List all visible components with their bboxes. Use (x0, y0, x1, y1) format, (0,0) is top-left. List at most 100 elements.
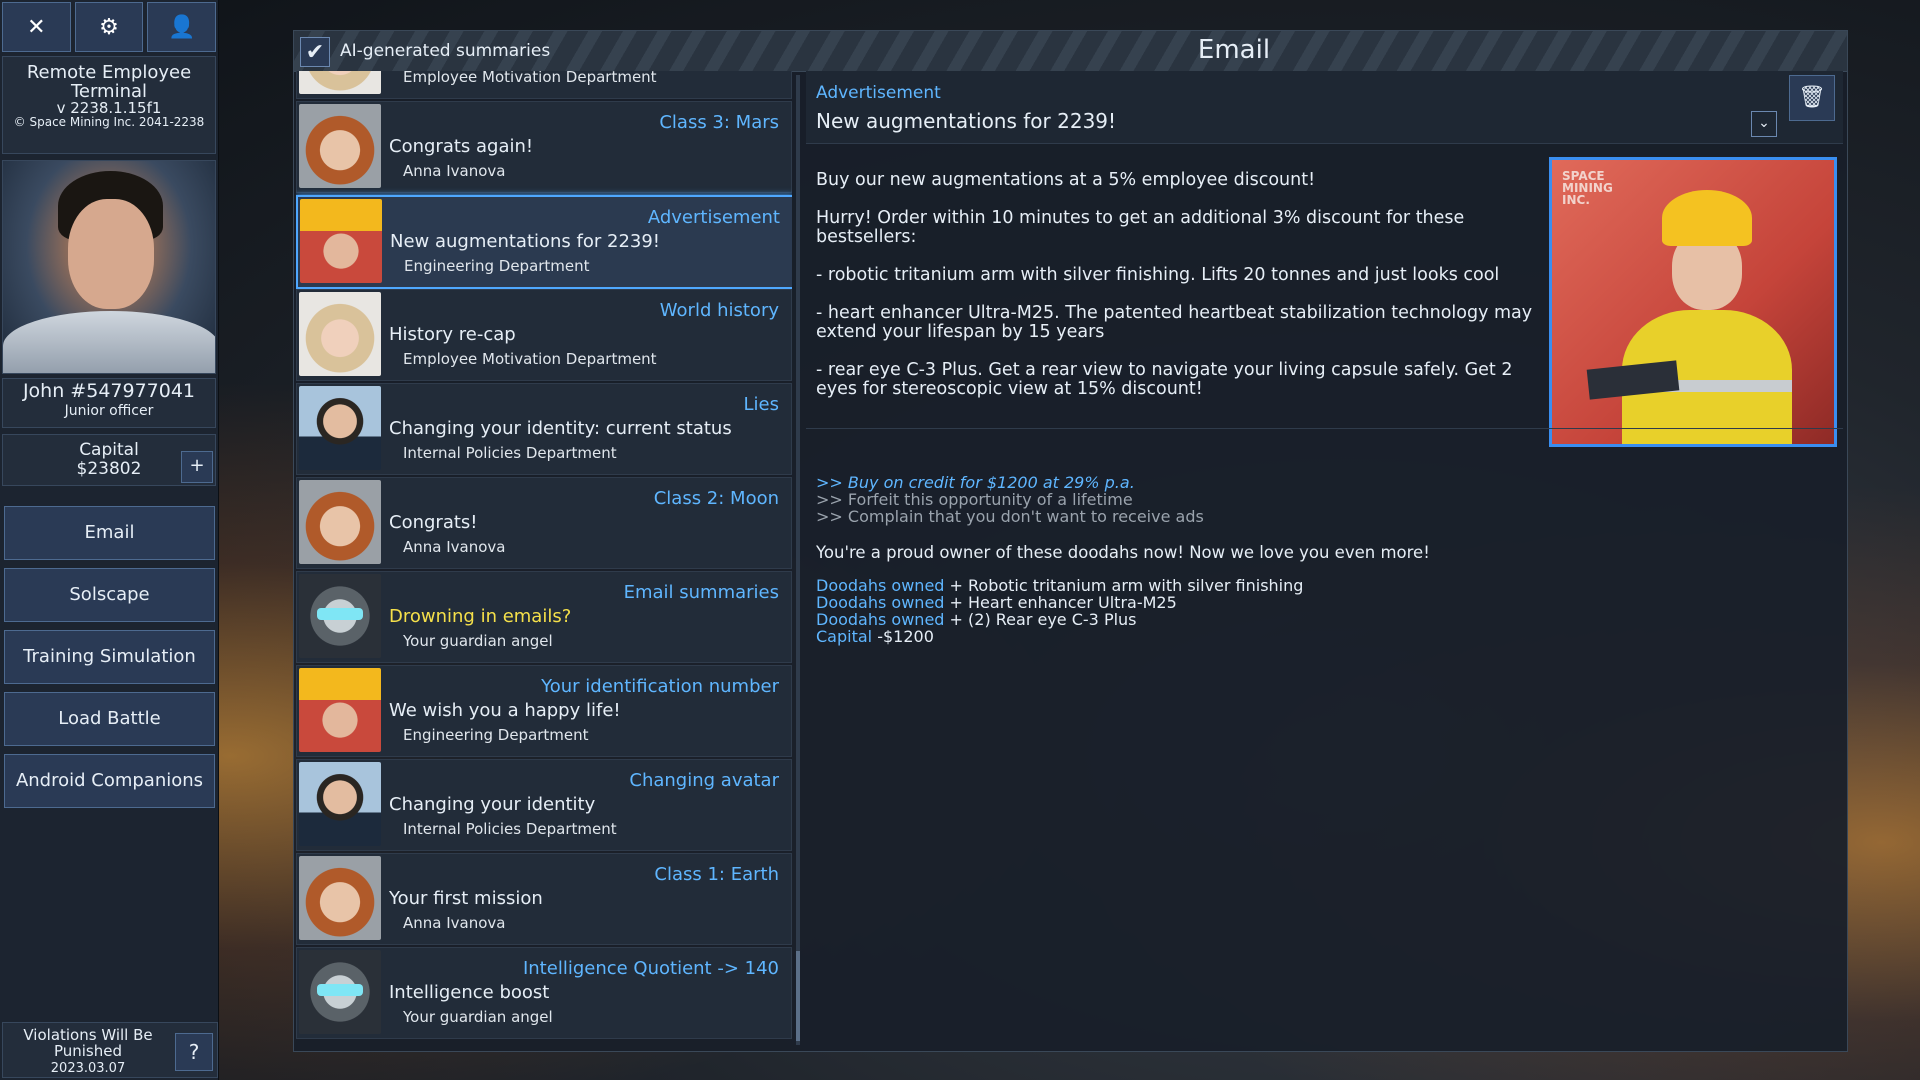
terminal-info: Remote Employee Terminal v 2238.1.15f1 ©… (2, 56, 216, 154)
list-item[interactable]: Employee Motivation Department (296, 71, 792, 99)
email-detail-header: Advertisement New augmentations for 2239… (806, 71, 1843, 144)
nav-load-battle[interactable]: Load Battle (4, 692, 215, 746)
avatar (299, 292, 381, 376)
help-button[interactable]: ? (175, 1033, 213, 1071)
email-from: Employee Motivation Department (403, 350, 657, 368)
user-name: John #547977041 (22, 380, 196, 402)
email-category: Your identification number (541, 676, 779, 697)
email-category: Email summaries (623, 582, 779, 603)
nav-training-simulation[interactable]: Training Simulation (4, 630, 215, 684)
email-body: Buy our new augmentations at a 5% employ… (816, 171, 1546, 418)
avatar (299, 71, 381, 94)
detail-category: Advertisement (816, 83, 941, 103)
list-item[interactable]: Changing avatar Changing your identity Int… (296, 759, 792, 851)
page-title: Email (1197, 35, 1271, 65)
option-forfeit: >> Forfeit this opportunity of a lifetim… (816, 490, 1133, 509)
email-from: Your guardian angel (403, 632, 553, 650)
user-icon: 👤 (167, 14, 196, 40)
email-subject: Intelligence boost (389, 982, 550, 1003)
nav-solscape[interactable]: Solscape (4, 568, 215, 622)
terminal-title: Remote Employee Terminal (26, 62, 192, 102)
close-button[interactable]: ✕ (2, 2, 71, 52)
email-category: Changing avatar (629, 770, 779, 791)
body-paragraph: Hurry! Order within 10 minutes to get an… (816, 208, 1465, 247)
scrollbar-thumb[interactable] (796, 951, 800, 1041)
list-item[interactable]: Class 3: Mars Congrats again! Anna Ivanova (296, 101, 792, 193)
avatar (299, 762, 381, 846)
settings-button[interactable]: ⚙ (74, 2, 144, 52)
email-from: Your guardian angel (403, 1008, 553, 1026)
email-from: Anna Ivanova (403, 538, 506, 556)
email-subject: We wish you a happy life! (389, 700, 621, 721)
option-complain: >> Complain that you don't want to recei… (816, 507, 1204, 526)
list-item[interactable]: Advertisement New augmentations for 2239!… (296, 195, 792, 289)
list-item[interactable]: World history History re-cap Employee Moti… (296, 289, 792, 381)
gear-icon: ⚙ (99, 14, 119, 40)
email-subject: Congrats again! (389, 136, 534, 157)
list-item[interactable]: Lies Changing your identity: current stat… (296, 383, 792, 475)
email-subject: Drowning in emails? (389, 606, 572, 627)
email-category: World history (659, 300, 779, 321)
body-paragraph: - heart enhancer Ultra-M25. The patented… (816, 303, 1533, 342)
email-category: Class 1: Earth (654, 864, 779, 885)
violations-box: Violations Will Be Punished 2023.03.07 ? (2, 1022, 218, 1078)
user-id-box: John #547977041 Junior officer (2, 378, 216, 428)
detail-subject: New augmentations for 2239! (816, 109, 1117, 133)
email-subject: Congrats! (389, 512, 478, 533)
owned-row: Doodahs owned + (2) Rear eye C-3 Plus (816, 610, 1137, 629)
email-category: Class 3: Mars (659, 112, 779, 133)
check-icon: ✔ (305, 39, 325, 65)
email-from: Engineering Department (404, 257, 590, 275)
email-subject: Your first mission (389, 888, 543, 909)
advertisement-image: SPACE MINING INC. (1549, 157, 1837, 447)
email-from: Employee Motivation Department (403, 71, 657, 86)
scrollbar-track[interactable] (796, 75, 800, 1045)
terminal-version: v 2238.1.15f1 (56, 99, 162, 117)
email-category: Class 2: Moon (653, 488, 779, 509)
add-capital-button[interactable]: + (181, 451, 213, 483)
close-icon: ✕ (27, 14, 46, 40)
user-portrait (2, 160, 216, 374)
ai-summaries-checkbox[interactable]: ✔ (300, 37, 330, 67)
owned-list: Doodahs owned + Robotic tritanium arm wi… (816, 577, 1303, 645)
violations-date: 2023.03.07 (50, 1061, 126, 1076)
list-item[interactable]: Email summaries Drowning in emails? Your g… (296, 571, 792, 663)
owned-row: Doodahs owned + Heart enhancer Ultra-M25 (816, 593, 1177, 612)
option-buy-credit[interactable]: >> Buy on credit for $1200 at 29% p.a. (816, 474, 1204, 491)
owned-row: Doodahs owned + Robotic tritanium arm wi… (816, 576, 1304, 595)
brand-logo: SPACE MINING INC. (1562, 169, 1613, 207)
divider (806, 428, 1843, 429)
nav-android-companions[interactable]: Android Companions (4, 754, 215, 808)
list-item[interactable]: Your identification number We wish you a … (296, 665, 792, 757)
email-detail: Advertisement New augmentations for 2239… (806, 71, 1843, 1049)
avatar (299, 574, 381, 658)
owned-row: Capital -$1200 (816, 627, 934, 646)
nav-email[interactable]: Email (4, 506, 215, 560)
email-from: Internal Policies Department (403, 444, 617, 462)
email-from: Engineering Department (403, 726, 589, 744)
chevron-down-icon: ⌄ (1758, 115, 1770, 131)
email-category: Lies (743, 394, 779, 415)
list-item[interactable]: Intelligence Quotient -> 140 Intelligence… (296, 947, 792, 1039)
email-category: Intelligence Quotient -> 140 (522, 958, 779, 979)
email-subject: History re-cap (389, 324, 516, 345)
email-subject: Changing your identity (389, 794, 596, 815)
capital-box: Capital $23802 + (2, 434, 216, 486)
delete-button[interactable]: 🗑 (1789, 75, 1835, 121)
avatar (299, 480, 381, 564)
expand-dropdown[interactable]: ⌄ (1751, 111, 1777, 137)
email-header: ✔ AI-generated summaries Email (294, 31, 1847, 72)
trash-icon: 🗑 (1798, 85, 1826, 110)
email-from: Anna Ivanova (403, 162, 506, 180)
profile-button[interactable]: 👤 (147, 2, 217, 52)
list-item[interactable]: Class 1: Earth Your first mission Anna Iva… (296, 853, 792, 945)
violations-text: Violations Will Be Punished (23, 1026, 153, 1060)
result-message: You're a proud owner of these doodahs no… (816, 543, 1430, 562)
email-category: Advertisement (647, 207, 780, 228)
body-paragraph: - robotic tritanium arm with silver fini… (816, 265, 1500, 285)
email-subject: Changing your identity: current status (389, 418, 732, 439)
user-rank: Junior officer (64, 403, 154, 419)
ai-summaries-label: AI-generated summaries (340, 41, 551, 61)
avatar (299, 856, 381, 940)
list-item[interactable]: Class 2: Moon Congrats! Anna Ivanova (296, 477, 792, 569)
